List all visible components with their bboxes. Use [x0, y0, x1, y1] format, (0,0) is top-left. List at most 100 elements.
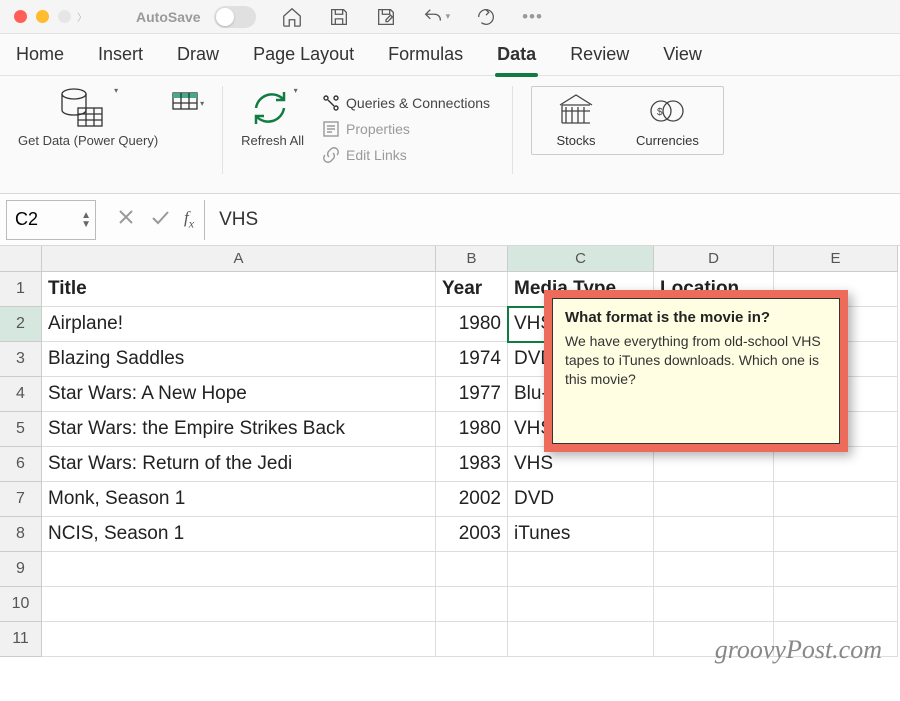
close-button[interactable]	[14, 10, 27, 23]
cell[interactable]	[436, 622, 508, 657]
edit-links-button: Edit Links	[318, 142, 494, 168]
cell[interactable]	[436, 587, 508, 622]
cell[interactable]: VHS	[508, 447, 654, 482]
tab-draw[interactable]: Draw	[175, 38, 221, 71]
from-table-icon[interactable]: ▾	[172, 92, 204, 114]
maximize-button[interactable]	[58, 10, 71, 23]
cell[interactable]	[654, 447, 774, 482]
save-as-icon[interactable]	[375, 6, 397, 28]
tab-insert[interactable]: Insert	[96, 38, 145, 71]
cell[interactable]: DVD	[508, 482, 654, 517]
refresh-dropdown-icon[interactable]: ▾	[294, 86, 298, 95]
cell[interactable]	[774, 552, 898, 587]
divider	[222, 86, 223, 174]
cell[interactable]: Star Wars: the Empire Strikes Back	[42, 412, 436, 447]
fx-icon[interactable]: fx	[184, 208, 194, 231]
autosave-toggle[interactable]	[214, 6, 256, 28]
row-header[interactable]: 3	[0, 342, 42, 377]
tab-view[interactable]: View	[661, 38, 704, 71]
cell[interactable]: iTunes	[508, 517, 654, 552]
row-header[interactable]: 8	[0, 517, 42, 552]
cell[interactable]: Monk, Season 1	[42, 482, 436, 517]
spreadsheet-grid[interactable]: A B C D E 1 Title Year Media Type Locati…	[0, 246, 900, 657]
row-header[interactable]: 5	[0, 412, 42, 447]
cell[interactable]: 1980	[436, 307, 508, 342]
tab-data[interactable]: Data	[495, 38, 538, 71]
row-header[interactable]: 9	[0, 552, 42, 587]
row-header[interactable]: 4	[0, 377, 42, 412]
queries-connections-button[interactable]: Queries & Connections	[318, 90, 494, 116]
cell[interactable]	[774, 447, 898, 482]
svg-text:$: $	[657, 107, 663, 118]
cell[interactable]: Star Wars: A New Hope	[42, 377, 436, 412]
more-icon[interactable]: •••	[522, 7, 543, 27]
get-data-dropdown-icon[interactable]: ▾	[114, 86, 118, 95]
cell[interactable]	[508, 552, 654, 587]
refresh-label: Refresh All	[241, 134, 304, 148]
col-header-d[interactable]: D	[654, 246, 774, 272]
cell[interactable]	[508, 587, 654, 622]
currencies-button[interactable]: $ Currencies	[636, 93, 699, 148]
cell[interactable]: Airplane!	[42, 307, 436, 342]
minimize-button[interactable]	[36, 10, 49, 23]
tab-page-layout[interactable]: Page Layout	[251, 38, 356, 71]
queries-connections-label: Queries & Connections	[346, 95, 490, 111]
cell[interactable]	[654, 552, 774, 587]
cell[interactable]: 2003	[436, 517, 508, 552]
cell[interactable]	[654, 517, 774, 552]
row-header[interactable]: 2	[0, 307, 42, 342]
cell[interactable]: 1980	[436, 412, 508, 447]
cell[interactable]: NCIS, Season 1	[42, 517, 436, 552]
redo-icon[interactable]	[475, 6, 497, 28]
formula-value: VHS	[219, 209, 258, 231]
refresh-icon	[248, 86, 292, 130]
confirm-edit-icon[interactable]	[150, 207, 170, 232]
currencies-label: Currencies	[636, 133, 699, 148]
name-box[interactable]: C2 ▲▼	[6, 200, 96, 240]
cell[interactable]	[42, 622, 436, 657]
cell[interactable]	[774, 587, 898, 622]
cell[interactable]	[654, 587, 774, 622]
tab-formulas[interactable]: Formulas	[386, 38, 465, 71]
col-header-a[interactable]: A	[42, 246, 436, 272]
col-header-c[interactable]: C	[508, 246, 654, 272]
cell[interactable]: Title	[42, 272, 436, 307]
col-header-b[interactable]: B	[436, 246, 508, 272]
cancel-edit-icon[interactable]	[116, 207, 136, 232]
get-data-group[interactable]: ▾ Get Data (Power Query)	[18, 86, 158, 193]
row-header[interactable]: 1	[0, 272, 42, 307]
row-header[interactable]: 6	[0, 447, 42, 482]
row-header[interactable]: 10	[0, 587, 42, 622]
cell[interactable]	[508, 622, 654, 657]
col-header-e[interactable]: E	[774, 246, 898, 272]
home-icon[interactable]	[281, 6, 303, 28]
cell[interactable]: 1977	[436, 377, 508, 412]
tab-home[interactable]: Home	[14, 38, 66, 71]
tooltip-body: We have everything from old-school VHS t…	[565, 332, 827, 389]
cell[interactable]	[654, 482, 774, 517]
cell[interactable]	[774, 482, 898, 517]
undo-icon[interactable]: ▾	[422, 6, 451, 28]
cell[interactable]	[42, 552, 436, 587]
watermark: groovyPost.com	[715, 635, 882, 665]
row-header[interactable]: 7	[0, 482, 42, 517]
divider	[512, 86, 513, 174]
cell[interactable]	[774, 517, 898, 552]
save-icon[interactable]	[328, 6, 350, 28]
refresh-group[interactable]: ▾ Refresh All	[241, 86, 304, 193]
tab-review[interactable]: Review	[568, 38, 631, 71]
cell[interactable]: 2002	[436, 482, 508, 517]
row-header[interactable]: 11	[0, 622, 42, 657]
cell[interactable]: 1983	[436, 447, 508, 482]
cell[interactable]: 1974	[436, 342, 508, 377]
stocks-button[interactable]: Stocks	[556, 93, 596, 148]
cell[interactable]: Blazing Saddles	[42, 342, 436, 377]
cell[interactable]: Year	[436, 272, 508, 307]
formula-input[interactable]: VHS	[204, 200, 900, 240]
cell[interactable]	[42, 587, 436, 622]
get-data-label: Get Data (Power Query)	[18, 134, 158, 148]
name-box-stepper[interactable]: ▲▼	[81, 211, 91, 229]
cell[interactable]	[436, 552, 508, 587]
cell[interactable]: Star Wars: Return of the Jedi	[42, 447, 436, 482]
select-all-corner[interactable]	[0, 246, 42, 272]
